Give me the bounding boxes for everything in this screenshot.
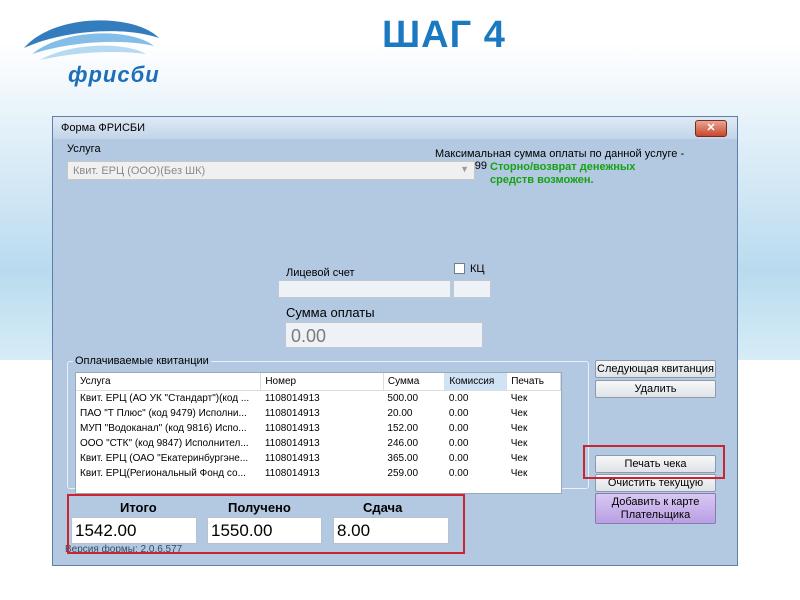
print-button-highlight-box <box>583 445 725 479</box>
column-header-print[interactable]: Печать <box>506 373 561 391</box>
table-cell: Квит. ЕРЦ(Региональный Фонд со... <box>80 468 246 479</box>
table-cell: Чек <box>510 468 528 479</box>
delete-button[interactable]: Удалить <box>595 380 716 398</box>
table-cell: 246.00 <box>387 438 419 449</box>
column-header-sum[interactable]: Сумма <box>383 373 446 391</box>
table-cell: 20.00 <box>387 408 413 419</box>
table-cell: 0.00 <box>448 408 469 419</box>
sum-input[interactable]: 0.00 <box>285 322 483 348</box>
service-label: Услуга <box>67 143 101 155</box>
table-cell: 1108014913 <box>264 453 320 464</box>
window-titlebar: Форма ФРИСБИ ✕ <box>53 117 737 139</box>
table-row[interactable]: Квит. ЕРЦ(Региональный Фонд со... 110801… <box>76 466 561 481</box>
table-header-row: Услуга Номер Сумма Комиссия Печать <box>76 373 561 391</box>
table-cell: Чек <box>510 453 528 464</box>
column-header-commission[interactable]: Комиссия <box>444 373 508 391</box>
table-cell: 1108014913 <box>264 423 320 434</box>
table-cell: 365.00 <box>387 453 419 464</box>
receipts-table-grid: Услуга Номер Сумма Комиссия Печать Квит.… <box>76 373 561 481</box>
table-row[interactable]: ООО "СТК" (код 9847) Исполнител... 11080… <box>76 436 561 451</box>
column-header-service[interactable]: Услуга <box>76 373 262 391</box>
table-row[interactable]: Квит. ЕРЦ (ОАО "Екатеринбургэне... 11080… <box>76 451 561 466</box>
table-cell: 152.00 <box>387 423 419 434</box>
window-title: Форма ФРИСБИ <box>61 122 146 134</box>
table-cell: 0.00 <box>448 423 469 434</box>
table-cell: ПАО "Т Плюс" (код 9479) Исполни... <box>80 408 247 419</box>
table-cell: МУП "Водоканал" (код 9816) Испо... <box>80 423 247 434</box>
receipts-group-caption: Оплачиваемые квитанции <box>73 355 211 367</box>
table-cell: ООО "СТК" (код 9847) Исполнител... <box>80 438 249 449</box>
add-to-payer-card-button[interactable]: Добавить к карте Плательщика <box>595 493 716 524</box>
frisbee-form-window: Форма ФРИСБИ ✕ Услуга Максимальная сумма… <box>52 116 738 566</box>
table-row[interactable]: ПАО "Т Плюс" (код 9479) Исполни... 11080… <box>76 406 561 421</box>
table-cell: 500.00 <box>387 393 419 404</box>
account-label: Лицевой счет <box>286 267 355 279</box>
table-row[interactable]: Квит. ЕРЦ (АО УК "Стандарт")(код ... 110… <box>76 391 561 407</box>
account-input[interactable] <box>278 280 451 298</box>
storno-note-line1: Сторно/возврат денежных <box>490 161 636 173</box>
table-cell: 0.00 <box>448 453 469 464</box>
close-button[interactable]: ✕ <box>695 120 727 137</box>
table-row[interactable]: МУП "Водоканал" (код 9816) Испо... 11080… <box>76 421 561 436</box>
kc-label: КЦ <box>470 263 485 275</box>
service-select[interactable]: Квит. ЕРЦ (ООО)(Без ШК) ▼ <box>67 161 475 180</box>
table-cell: 259.00 <box>387 468 419 479</box>
add-to-card-label-line2: Плательщика <box>620 509 691 521</box>
table-cell: 1108014913 <box>264 408 320 419</box>
table-cell: Чек <box>510 438 528 449</box>
table-cell: 1108014913 <box>264 393 320 404</box>
table-cell: Чек <box>510 408 528 419</box>
table-cell: Чек <box>510 393 528 404</box>
slide-title: ШАГ 4 <box>382 14 506 56</box>
sum-label: Сумма оплаты <box>286 305 375 320</box>
chevron-down-icon[interactable]: ▼ <box>460 164 469 174</box>
storno-note-line2: средств возможен. <box>490 174 594 186</box>
table-cell: 0.00 <box>448 438 469 449</box>
table-cell: 0.00 <box>448 468 469 479</box>
table-cell: 0.00 <box>448 393 469 404</box>
table-cell: Чек <box>510 423 528 434</box>
kc-input[interactable] <box>453 280 491 298</box>
column-header-number[interactable]: Номер <box>260 373 384 391</box>
table-cell: 1108014913 <box>264 438 320 449</box>
next-receipt-button[interactable]: Следующая квитанция <box>595 360 716 378</box>
table-cell: 1108014913 <box>264 468 320 479</box>
service-select-value: Квит. ЕРЦ (ООО)(Без ШК) <box>73 165 206 177</box>
add-to-card-label-line1: Добавить к карте <box>611 496 700 508</box>
kc-checkbox[interactable] <box>454 263 465 274</box>
totals-highlight-box <box>67 494 465 554</box>
table-cell: Квит. ЕРЦ (АО УК "Стандарт")(код ... <box>80 393 250 404</box>
table-cell: Квит. ЕРЦ (ОАО "Екатеринбургэне... <box>80 453 249 464</box>
receipts-table[interactable]: Услуга Номер Сумма Комиссия Печать Квит.… <box>75 372 562 494</box>
sum-input-value: 0.00 <box>291 326 327 346</box>
logo-text: фрисби <box>68 62 160 87</box>
storno-note: Сторно/возврат денежных средств возможен… <box>490 161 635 187</box>
